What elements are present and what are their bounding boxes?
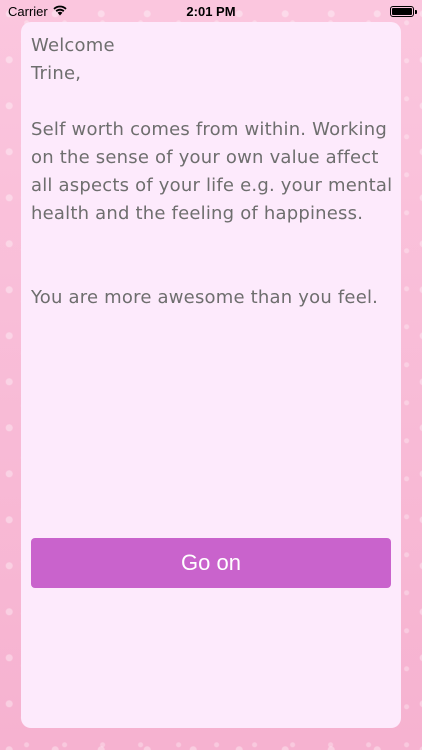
battery-fill (392, 7, 412, 15)
greeting-line-2: Trine, (31, 63, 82, 84)
greeting-line-1: Welcome (31, 35, 115, 56)
greeting: Welcome Trine, (31, 32, 393, 88)
go-on-button[interactable]: Go on (31, 538, 391, 588)
message-text: Welcome Trine, Self worth comes from wit… (31, 32, 393, 312)
status-bar: Carrier 2:01 PM (0, 0, 422, 22)
carrier-label: Carrier (8, 3, 48, 19)
message-card: Welcome Trine, Self worth comes from wit… (21, 22, 401, 728)
status-left: Carrier (8, 4, 68, 19)
status-time: 2:01 PM (186, 3, 236, 19)
message-body: Self worth comes from within. Working on… (31, 119, 393, 224)
battery-icon (390, 5, 417, 17)
wifi-icon (52, 4, 68, 19)
message-closing: You are more awesome than you feel. (31, 287, 379, 308)
